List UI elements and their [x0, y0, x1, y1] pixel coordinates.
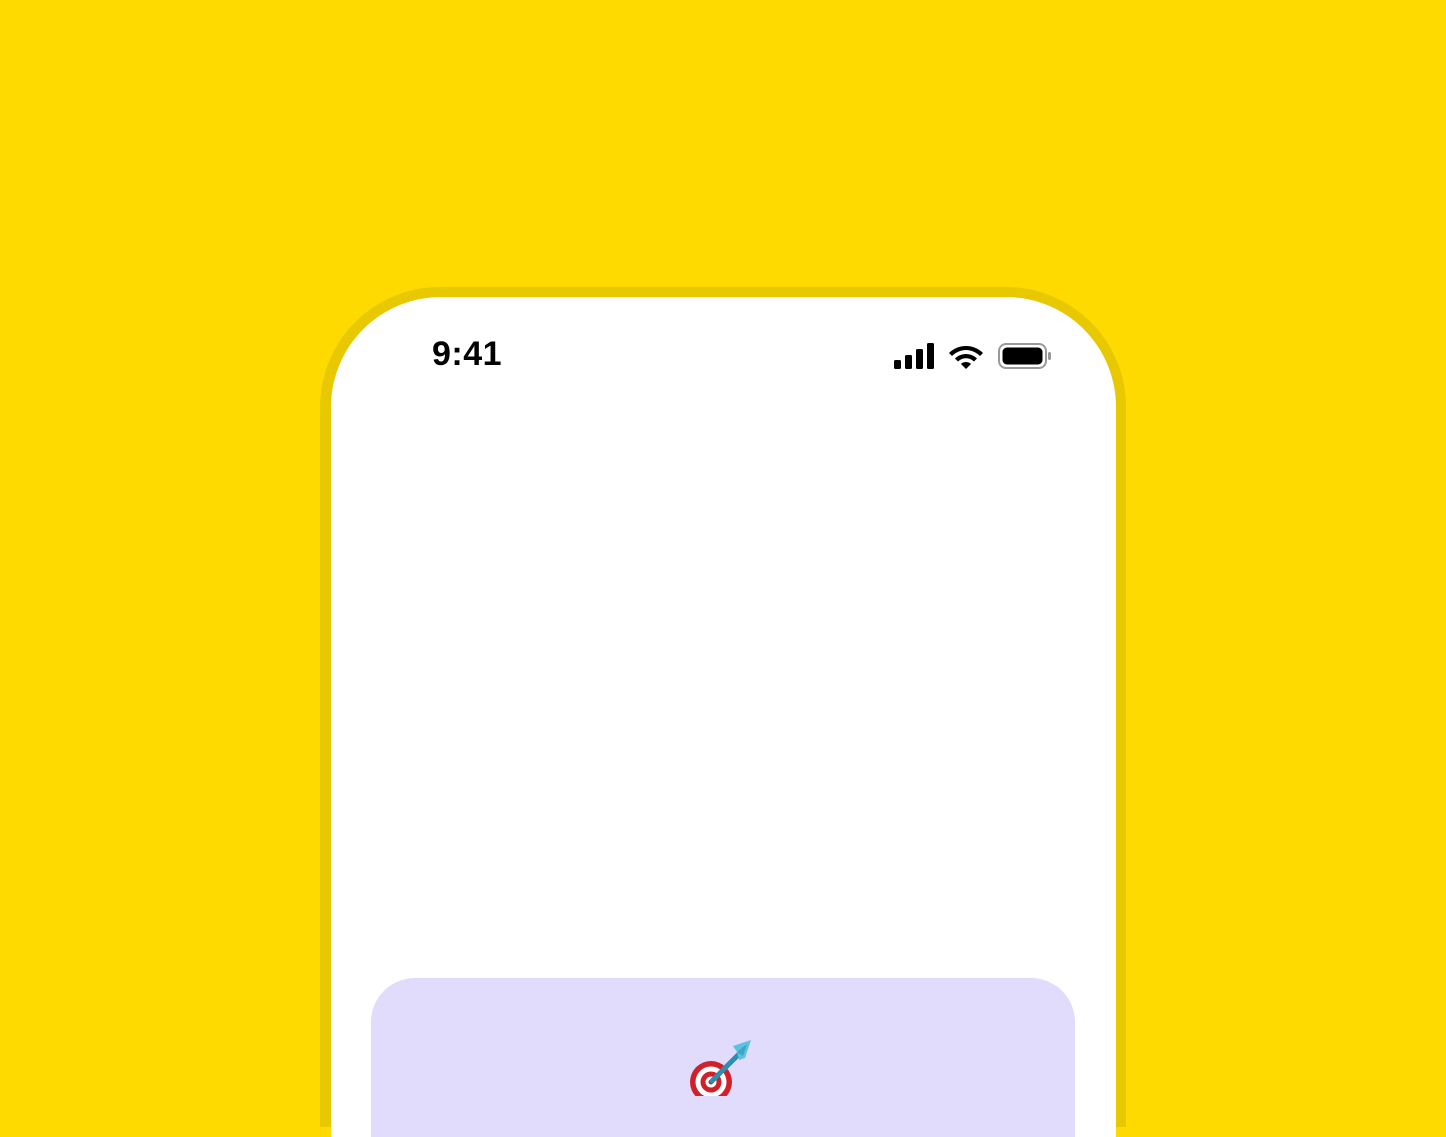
status-bar-time: 9:41 — [432, 335, 503, 373]
direct-hit-target-icon — [689, 1036, 759, 1103]
cellular-signal-icon — [894, 343, 934, 369]
goal-card[interactable] — [371, 978, 1075, 1137]
wifi-icon — [948, 342, 984, 370]
battery-icon — [998, 342, 1052, 370]
phone-screen: 9:41 — [331, 297, 1116, 1137]
status-bar-icons — [894, 341, 1052, 371]
